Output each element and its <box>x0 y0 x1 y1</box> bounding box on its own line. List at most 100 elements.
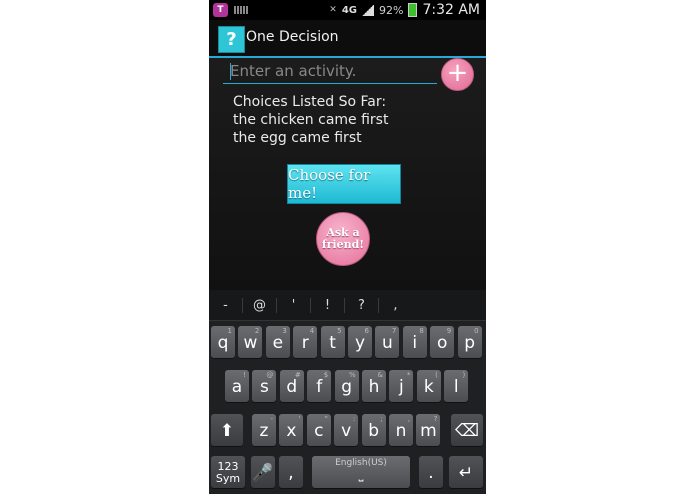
key-d[interactable]: # d <box>279 370 304 402</box>
symbols-key[interactable]: 123 Sym <box>211 456 245 488</box>
key-label: x <box>286 421 297 441</box>
key-c[interactable]: " c <box>306 414 331 446</box>
key-b[interactable]: ; b <box>361 414 386 446</box>
key-label: v <box>341 421 352 441</box>
key-l[interactable]: ) l <box>444 370 469 402</box>
key-alt-label: ) <box>462 371 466 379</box>
key-label: d <box>286 377 298 397</box>
key-alt-label: - <box>270 415 273 423</box>
suggestion-key[interactable]: - <box>209 297 243 313</box>
key-r[interactable]: 4r <box>293 326 318 358</box>
key-row-1: 1q2w3e4r5t6y7u8i9o0p <box>209 326 486 358</box>
key-label: f <box>316 377 323 397</box>
suggestion-row: - @ ' ! ? , <box>209 290 486 321</box>
key-alt-label: * <box>406 371 411 379</box>
key-z[interactable]: -z <box>252 414 276 446</box>
key-alt-label: 0 <box>474 327 479 335</box>
suggestion-key[interactable]: ' <box>277 297 311 313</box>
key-q[interactable]: 1q <box>211 326 235 358</box>
text-cursor <box>230 63 231 80</box>
key-label: i <box>412 333 418 353</box>
microphone-key[interactable]: 🎤 <box>251 456 275 488</box>
enter-key[interactable]: ↵ <box>449 456 483 488</box>
choose-for-me-button[interactable]: Choose for me! <box>287 164 401 204</box>
key-label: j <box>399 377 404 397</box>
battery-icon <box>408 3 418 17</box>
key-alt-label: : <box>352 415 356 423</box>
key-alt-label: 2 <box>254 327 260 335</box>
key-alt-label: ! <box>243 371 246 379</box>
keyboard: - @ ' ! ? , 1q2w3e4r5t6y7u8i9o0p ! a @ s # d $… <box>209 290 486 494</box>
key-w[interactable]: 2w <box>238 326 263 358</box>
phone-screen: T ✕ 4G 92% 7:32 AM ? One Decision + Choi… <box>209 0 486 494</box>
key-alt-label: & <box>377 371 383 379</box>
key-alt-label: @ <box>266 371 274 379</box>
key-label: r <box>301 333 309 353</box>
period-key[interactable]: . <box>419 456 443 488</box>
key-t[interactable]: 5t <box>320 326 345 358</box>
key-label: w <box>243 333 258 353</box>
key-alt-label: 6 <box>364 327 369 335</box>
key-g[interactable]: % g <box>334 370 359 402</box>
key-label: q <box>217 333 229 353</box>
app-icon: ? <box>218 26 245 53</box>
key-a[interactable]: ! a <box>225 370 249 402</box>
suggestion-key[interactable]: , <box>379 298 412 313</box>
suggestion-key[interactable]: ? <box>345 297 379 313</box>
key-alt-label: ? <box>433 415 438 423</box>
key-k[interactable]: (k <box>416 370 441 402</box>
add-activity-button[interactable]: + <box>441 58 474 91</box>
key-x[interactable]: ' x <box>279 414 304 446</box>
comma-key[interactable]: , <box>279 456 303 488</box>
key-alt-label: 9 <box>446 327 452 335</box>
key-s[interactable]: @ s <box>252 370 277 402</box>
key-label: o <box>436 333 448 353</box>
choice-item: the egg came first <box>233 130 362 146</box>
space-key[interactable]: English(US) ⎵ <box>312 456 410 488</box>
key-alt-label: , <box>407 415 410 423</box>
ask-button-line2: friend! <box>321 238 365 251</box>
key-label: y <box>354 333 366 353</box>
title-bar: ? One Decision <box>209 20 486 58</box>
backspace-key[interactable]: ⌫ <box>451 414 483 446</box>
main-content: + Choices Listed So Far: the chicken cam… <box>209 58 486 290</box>
symbols-key-bottom: Sym <box>215 472 241 485</box>
key-label: n <box>395 421 407 441</box>
key-label: p <box>464 333 475 353</box>
key-v[interactable]: :v <box>334 414 359 446</box>
key-row-4: 123 Sym 🎤 , English(US) ⎵ . ↵ <box>209 456 486 488</box>
key-n[interactable]: ,n <box>389 414 413 446</box>
key-j[interactable]: * j <box>389 370 414 402</box>
key-f[interactable]: $ f <box>307 370 332 402</box>
clock: 7:32 AM <box>422 2 480 18</box>
signal-icon <box>362 4 374 16</box>
key-alt-label: 5 <box>337 327 342 335</box>
network-type: 4G <box>341 4 357 16</box>
key-e[interactable]: 3e <box>265 326 290 358</box>
suggestion-key[interactable]: @ <box>243 297 277 313</box>
key-alt-label: 4 <box>309 327 315 335</box>
key-label: g <box>341 377 352 397</box>
key-i[interactable]: 8i <box>402 326 427 358</box>
key-alt-label: ( <box>435 371 438 379</box>
ask-a-friend-button[interactable]: Ask a friend! <box>316 212 370 266</box>
key-label: t <box>329 333 336 353</box>
key-label: b <box>368 421 379 441</box>
key-alt-label: % <box>348 371 356 379</box>
key-p[interactable]: 0p <box>457 326 482 358</box>
key-m[interactable]: ? m <box>416 414 441 446</box>
key-alt-label: " <box>324 415 328 423</box>
battery-percent: 92% <box>379 3 404 17</box>
key-alt-label: 8 <box>419 327 424 335</box>
key-y[interactable]: 6y <box>348 326 372 358</box>
shift-key[interactable]: ⬆ <box>211 414 243 446</box>
key-label: e <box>272 333 284 353</box>
key-h[interactable]: & h <box>362 370 386 402</box>
suggestion-key[interactable]: ! <box>311 297 345 313</box>
key-row-3: ⬆ ⌫ - z ' x " c: v; b, n? m <box>209 414 486 446</box>
key-alt-label: # <box>294 371 301 379</box>
key-label: k <box>423 377 434 397</box>
key-o[interactable]: 9o <box>430 326 455 358</box>
activity-input[interactable] <box>223 58 437 84</box>
key-u[interactable]: 7u <box>375 326 400 358</box>
